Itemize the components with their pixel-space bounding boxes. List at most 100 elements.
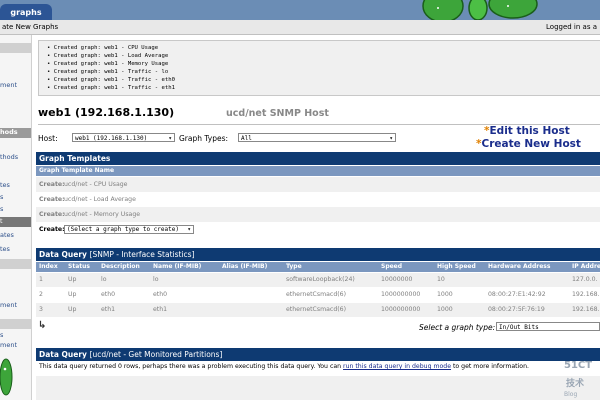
graph-types-label: Graph Types:: [179, 134, 229, 143]
sidebar-item[interactable]: thods: [0, 153, 31, 163]
column-header[interactable]: Hardware Address: [488, 262, 550, 272]
column-header[interactable]: Name (IF-MIB): [153, 262, 201, 272]
create-select-value: (Select a graph type to create): [67, 226, 179, 233]
message-box: • Created graph: web1 - CPU Usage • Crea…: [38, 40, 600, 96]
graph-templates-header: Graph Templates: [36, 152, 600, 165]
table-cell: eth0: [101, 291, 116, 298]
table-cell: 192.168.: [572, 306, 600, 313]
table-cell: 1: [39, 276, 43, 283]
create-label: Create:: [39, 226, 65, 233]
debug-mode-link[interactable]: run this data query in debug mode: [343, 363, 451, 370]
sidebar-item[interactable]: ment: [0, 341, 31, 351]
table-cell: Up: [68, 306, 77, 313]
table-row[interactable]: 3 Up eth1 eth1 ethernetCsmacd(6) 1000000000 10…: [36, 303, 600, 317]
svg-text:Blog: Blog: [564, 391, 577, 398]
table-cell: Up: [68, 276, 77, 283]
table-cell: ethernetCsmacd(6): [286, 291, 347, 298]
column-header[interactable]: Description: [101, 262, 140, 272]
column-header[interactable]: Index: [39, 262, 58, 272]
table-cell: 10: [437, 276, 445, 283]
row-prefix: Create:: [39, 196, 65, 203]
create-graph-select[interactable]: (Select a graph type to create) ▾: [64, 225, 194, 234]
sidebar-item[interactable]: ment: [0, 81, 31, 91]
sidebar-item[interactable]: [0, 319, 31, 329]
sidebar-item[interactable]: ates: [0, 231, 31, 241]
row-name: ucd/net - CPU Usage: [64, 181, 128, 188]
data-query-title: Data Query: [39, 350, 87, 359]
table-cell: 08:00:27:5F:76:19: [488, 306, 545, 313]
graph-templates-title: Graph Templates: [39, 154, 111, 163]
host-select[interactable]: web1 (192.168.1.130) ▾: [72, 133, 175, 142]
svg-text:51CT: 51CT: [564, 360, 592, 371]
sidebar-item[interactable]: [0, 287, 31, 297]
column-header[interactable]: High Speed: [437, 262, 476, 272]
watermark-logo: 51CT 技术 Blog: [560, 356, 600, 400]
sidebar-item[interactable]: hods: [0, 128, 31, 138]
table-row[interactable]: 2 Up eth0 eth0 ethernetCsmacd(6) 1000000000 10…: [36, 288, 600, 302]
sidebar-item[interactable]: tes: [0, 245, 31, 255]
table-row[interactable]: 1 Up lo lo softwareLoopback(24) 10000000 10 127…: [36, 273, 600, 287]
message-end: to get more information.: [451, 363, 529, 370]
table-cell: eth0: [153, 291, 168, 298]
data-query-1-header: Data Query [SNMP - Interface Statistics]: [36, 248, 600, 261]
data-query-title: Data Query: [39, 250, 87, 259]
create-row: Create: (Select a graph type to create) ▾: [36, 222, 600, 237]
tab-graphs[interactable]: graphs: [0, 4, 52, 20]
table-cell: 127.0.0.: [572, 276, 598, 283]
create-host-link[interactable]: *Create New Host: [476, 138, 581, 150]
table-cell: 3: [39, 306, 43, 313]
column-header[interactable]: IP Addre: [572, 262, 600, 272]
sidebar-item[interactable]: ment: [0, 301, 31, 311]
table-cell: 1000000000: [381, 306, 421, 313]
column-header[interactable]: Alias (IF-MIB): [222, 262, 267, 272]
edit-host-link[interactable]: *Edit this Host: [484, 125, 570, 137]
column-header[interactable]: Status: [68, 262, 90, 272]
message-line: • Created graph: web1 - CPU Usage: [47, 45, 159, 51]
edit-host-label: Edit this Host: [489, 125, 570, 137]
footer-area: [36, 376, 600, 400]
table-cell: ethernetCsmacd(6): [286, 306, 347, 313]
chevron-down-icon: ▾: [389, 135, 393, 142]
data-query-2-message: This data query returned 0 rows, perhaps…: [36, 361, 600, 373]
cactus-mascot-icon: [0, 355, 16, 400]
sidebar-item[interactable]: s: [0, 193, 31, 203]
table-cell: 08:00:27:E1:42:92: [488, 291, 546, 298]
host-label: Host:: [38, 134, 58, 143]
host-select-value: web1 (192.168.1.130): [75, 135, 148, 142]
sidebar-item[interactable]: [0, 43, 31, 53]
sidebar-item[interactable]: s: [0, 331, 31, 341]
table-cell: 192.168.: [572, 291, 600, 298]
message-line: • Created graph: web1 - Traffic - eth1: [47, 85, 175, 91]
sidebar-item[interactable]: t: [0, 217, 31, 227]
login-status: Logged in as a: [546, 23, 597, 31]
column-header[interactable]: Speed: [381, 262, 402, 272]
sidebar-item[interactable]: [0, 171, 31, 181]
sidebar-item[interactable]: s: [0, 205, 31, 215]
table-cell: 2: [39, 291, 43, 298]
return-arrow-icon[interactable]: ↳: [38, 320, 46, 331]
table-cell: eth1: [101, 306, 116, 313]
graph-template-row[interactable]: Create: ucd/net - CPU Usage: [36, 177, 600, 192]
sidebar-item[interactable]: tes: [0, 181, 31, 191]
table-cell: 1000000000: [381, 291, 421, 298]
data-query-2-header: Data Query [ucd/net - Get Monitored Part…: [36, 348, 600, 361]
table-cell: 1000: [437, 291, 453, 298]
sidebar-item[interactable]: [0, 99, 31, 109]
create-host-label: Create New Host: [481, 138, 581, 150]
data-query-1-columns: Index Status Description Name (IF-MIB) Alias…: [36, 262, 600, 272]
sidebar: ment hods thods tes s s t ates tes ment s ment: [0, 35, 32, 400]
message-line: • Created graph: web1 - Traffic - eth0: [47, 77, 175, 83]
page-title: web1 (192.168.1.130): [38, 106, 175, 119]
message-start: This data query returned 0 rows, perhaps…: [39, 363, 344, 370]
graph-types-select[interactable]: All ▾: [238, 133, 396, 142]
graph-template-row[interactable]: Create: ucd/net - Load Average: [36, 192, 600, 207]
graph-type-select[interactable]: In/Out Bits: [496, 322, 600, 331]
chevron-down-icon: ▾: [168, 135, 172, 142]
table-cell: lo: [101, 276, 107, 283]
column-header: Graph Template Name: [39, 167, 115, 174]
sidebar-item[interactable]: [0, 259, 31, 269]
column-header[interactable]: Type: [286, 262, 302, 272]
graph-template-row[interactable]: Create: ucd/net - Memory Usage: [36, 207, 600, 222]
sidebar-item[interactable]: [0, 65, 31, 75]
chevron-down-icon: ▾: [187, 226, 191, 233]
